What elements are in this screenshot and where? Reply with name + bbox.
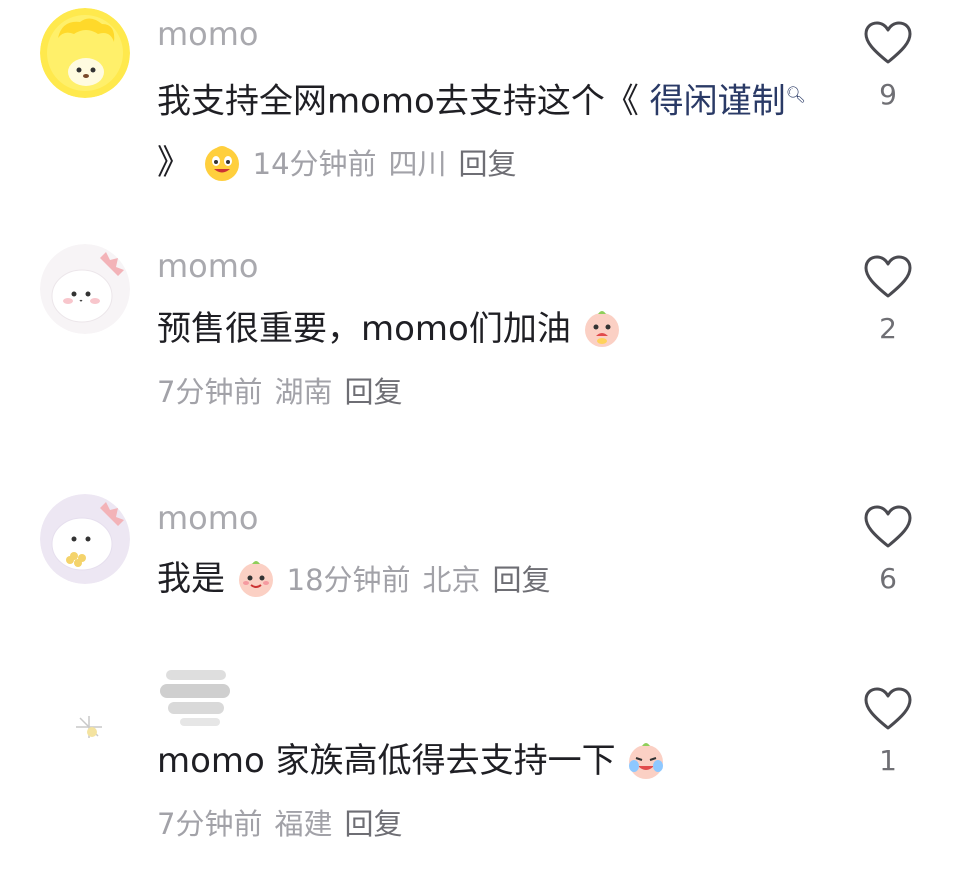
like-count: 1 (879, 744, 897, 777)
like-button[interactable]: 6 (858, 504, 918, 596)
avatar-purple-dino (40, 494, 130, 584)
grinning-face-emoji (204, 146, 239, 182)
avatar[interactable] (40, 494, 130, 584)
comment-body: momo 家族高低得去支持一下 7分钟前 福建 回复 (157, 730, 810, 855)
like-button[interactable]: 2 (858, 254, 918, 346)
avatar-white-dino (40, 244, 130, 334)
comment-username[interactable]: momo (157, 14, 259, 54)
avatar[interactable] (40, 8, 130, 98)
like-count: 9 (879, 78, 897, 111)
hashtag-link[interactable]: 得闲谨制 (650, 81, 786, 121)
heart-outline-icon[interactable] (863, 20, 913, 66)
comment-time: 18分钟前 (286, 563, 411, 597)
like-button[interactable]: 9 (858, 20, 918, 112)
search-icon[interactable]: 🔍︎ (786, 85, 806, 104)
crying-face-emoji (584, 311, 619, 347)
comment-text: 预售很重要，momo们加油 (157, 309, 571, 349)
comment-item: momo 家族高低得去支持一下 7分钟前 福建 回复 1 (0, 660, 960, 860)
like-count: 6 (879, 562, 897, 595)
heart-outline-icon[interactable] (863, 254, 913, 300)
comment-location: 四川 (388, 147, 447, 182)
like-count: 2 (879, 312, 897, 345)
smiling-face-emoji (238, 561, 273, 597)
avatar[interactable] (40, 682, 130, 772)
comment-item: momo 我是 18分钟前 北京 回复 6 (0, 490, 960, 640)
comment-body: 我支持全网momo去支持这个《 得闲谨制🔍︎ 》 14分钟前 四川 回复 (157, 64, 810, 195)
comment-text: 我支持全网momo去支持这个《 (157, 81, 650, 122)
comment-username[interactable]: momo (157, 498, 259, 538)
comment-location: 福建 (274, 807, 333, 841)
comment-item: momo 我支持全网momo去支持这个《 得闲谨制🔍︎ 》 14分钟前 四川 回复 … (0, 0, 960, 220)
tears-of-joy-emoji (629, 743, 664, 779)
comment-body: 我是 18分钟前 北京 回复 (157, 548, 810, 611)
comment-meta: 18分钟前 北京 回复 (287, 563, 551, 597)
comment-time: 7分钟前 (157, 807, 263, 841)
comment-location: 湖南 (274, 375, 333, 409)
comment-username[interactable]: momo (157, 246, 259, 286)
heart-outline-icon[interactable] (863, 686, 913, 732)
heart-outline-icon[interactable] (863, 504, 913, 550)
reply-button[interactable]: 回复 (459, 147, 517, 181)
avatar-sparkle (76, 716, 102, 738)
comment-location: 北京 (422, 563, 481, 597)
blurred-username[interactable] (160, 666, 230, 730)
comment-meta: 7分钟前 福建 回复 (157, 807, 402, 841)
blurred-username-image (160, 670, 230, 726)
reply-button[interactable]: 回复 (493, 563, 551, 597)
like-button[interactable]: 1 (858, 686, 918, 778)
comment-time: 7分钟前 (157, 375, 263, 409)
comment-meta: 7分钟前 湖南 回复 (157, 375, 402, 409)
avatar-yellow-bear (40, 8, 130, 98)
reply-button[interactable]: 回复 (344, 375, 402, 409)
comment-text: 我是 (157, 559, 225, 599)
reply-button[interactable]: 回复 (344, 807, 402, 841)
comment-text: momo 家族高低得去支持一下 (157, 741, 616, 781)
comment-text-end: 》 (157, 143, 191, 184)
avatar[interactable] (40, 244, 130, 334)
comment-body: 预售很重要，momo们加油 7分钟前 湖南 回复 (157, 298, 810, 423)
comment-item: momo 预售很重要，momo们加油 7分钟前 湖南 回复 2 (0, 240, 960, 440)
comment-meta: 14分钟前 四川 回复 (253, 147, 517, 181)
comment-time: 14分钟前 (252, 147, 377, 182)
